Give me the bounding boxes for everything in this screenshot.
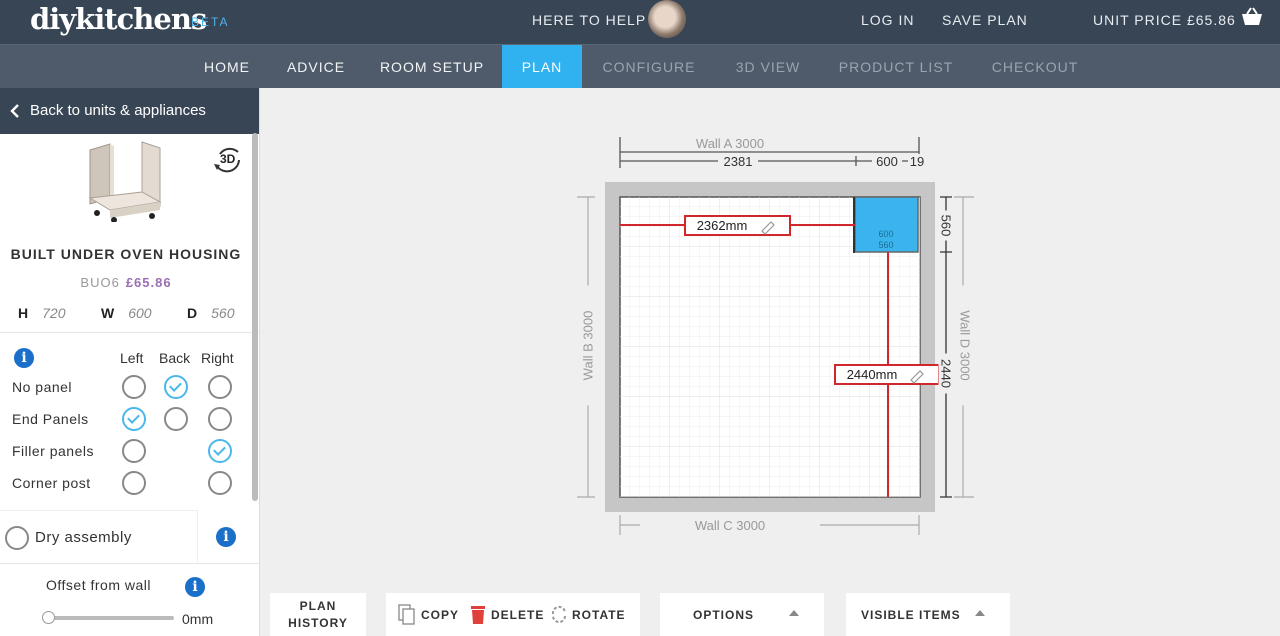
end-panels-left-radio[interactable] <box>122 407 146 431</box>
unit-options-panel: Back to units & appliances 3D BUILT UNDE… <box>0 88 260 636</box>
row-end-panels: End Panels <box>12 411 89 427</box>
visible-items-dropdown[interactable]: VISIBLE ITEMS <box>846 593 1010 636</box>
badge-3d-label: 3D <box>220 152 236 166</box>
dim-width: W 600 <box>101 305 152 321</box>
panel-scrollbar[interactable] <box>252 133 258 501</box>
back-to-units-button[interactable]: Back to units & appliances <box>0 88 259 134</box>
row-no-panel: No panel <box>12 379 73 395</box>
plan-canvas[interactable]: Wall A 3000 2381 600 19 Wall C 3000 Wall… <box>260 88 1280 636</box>
beta-badge: BETA <box>191 15 230 29</box>
save-plan-link[interactable]: SAVE PLAN <box>942 12 1028 28</box>
top-header: diykitchens BETA HERE TO HELP LOG IN SAV… <box>0 0 1280 44</box>
back-label: Back to units & appliances <box>30 102 206 119</box>
dim-top-unit: 600 <box>872 154 902 169</box>
logo[interactable]: diykitchens <box>30 2 207 36</box>
tab-home[interactable]: HOME <box>190 45 264 89</box>
unit-price-value: £65.86 <box>125 275 172 290</box>
chevron-left-icon <box>10 104 19 118</box>
dry-assembly-info-icon[interactable]: i <box>216 527 236 547</box>
end-panels-back-radio[interactable] <box>164 407 188 431</box>
copy-icon[interactable] <box>398 604 416 626</box>
offset-info-icon[interactable]: i <box>185 577 205 597</box>
filler-panels-right-radio[interactable] <box>208 439 232 463</box>
plan-history-label: HISTORY <box>288 616 348 630</box>
dim-height: H 720 <box>18 305 66 321</box>
options-dropdown[interactable]: OPTIONS <box>660 593 824 636</box>
row-filler-panels: Filler panels <box>12 443 94 459</box>
caret-up-icon <box>975 610 985 616</box>
plan-history-button[interactable]: PLAN HISTORY <box>270 593 366 636</box>
help-avatar[interactable] <box>648 0 686 38</box>
here-to-help-link[interactable]: HERE TO HELP <box>532 12 646 28</box>
dim-top-right: 19 <box>908 154 926 169</box>
basket-icon[interactable] <box>1240 7 1264 27</box>
main-nav: HOME ADVICE ROOM SETUP PLAN CONFIGURE 3D… <box>0 44 1280 89</box>
no-panel-right-radio[interactable] <box>208 375 232 399</box>
offset-value: 0mm <box>182 611 214 627</box>
wall-b-label: Wall B 3000 <box>580 285 596 406</box>
copy-button[interactable]: COPY <box>421 608 459 622</box>
corner-post-right-radio[interactable] <box>208 471 232 495</box>
wall-d-label: Wall D 3000 <box>957 285 973 406</box>
no-panel-back-radio[interactable] <box>164 375 188 399</box>
tab-product-list[interactable]: PRODUCT LIST <box>830 45 962 89</box>
rotate-icon[interactable] <box>549 604 569 624</box>
visible-items-label: VISIBLE ITEMS <box>861 608 961 622</box>
dry-assembly-label: Dry assembly <box>35 529 132 546</box>
col-left: Left <box>120 350 144 366</box>
unit-price: UNIT PRICE £65.86 <box>1093 12 1236 28</box>
unit-label-depth: 560 <box>878 240 894 250</box>
right-dimension <box>940 196 952 498</box>
delete-button[interactable]: DELETE <box>491 608 544 622</box>
no-panel-left-radio[interactable] <box>122 375 146 399</box>
end-panels-right-radio[interactable] <box>208 407 232 431</box>
dim-depth: D 560 <box>187 305 235 321</box>
tab-advice[interactable]: ADVICE <box>276 45 356 89</box>
wall-a-label: Wall A 3000 <box>640 136 820 151</box>
caret-up-icon <box>789 610 799 616</box>
unit-code-price: BUO6 £65.86 <box>0 275 252 290</box>
trash-icon[interactable] <box>470 604 486 625</box>
col-back: Back <box>159 350 191 366</box>
wall-c-label: Wall C 3000 <box>640 518 820 533</box>
rotate-button[interactable]: ROTATE <box>572 608 626 622</box>
edit-toolbar: COPY DELETE ROTATE <box>386 593 640 636</box>
measure-label-vertical: 2440mm <box>846 367 898 382</box>
unit-image <box>88 141 162 222</box>
slider-handle[interactable] <box>42 611 55 624</box>
options-label: OPTIONS <box>693 608 755 622</box>
unit-name: BUILT UNDER OVEN HOUSING <box>10 246 242 262</box>
login-link[interactable]: LOG IN <box>861 12 914 28</box>
dim-top-left: 2381 <box>718 154 758 169</box>
tab-plan[interactable]: PLAN <box>502 45 582 89</box>
offset-label: Offset from wall <box>46 577 151 593</box>
tab-checkout[interactable]: CHECKOUT <box>982 45 1088 89</box>
plan-history-label: PLAN <box>299 599 337 613</box>
corner-post-left-radio[interactable] <box>122 471 146 495</box>
tab-configure[interactable]: CONFIGURE <box>594 45 704 89</box>
unit-label-width: 600 <box>878 229 894 239</box>
row-corner-post: Corner post <box>12 475 91 491</box>
offset-slider[interactable] <box>42 611 174 624</box>
panels-info-icon[interactable]: i <box>14 348 34 368</box>
filler-panels-left-radio[interactable] <box>122 439 146 463</box>
view-3d-button[interactable]: 3D <box>212 146 244 176</box>
dry-assembly-radio[interactable] <box>5 526 29 550</box>
floor-plan[interactable] <box>260 88 1280 636</box>
tab-3d-view[interactable]: 3D VIEW <box>722 45 814 89</box>
col-right: Right <box>201 350 234 366</box>
dry-assembly-option[interactable]: Dry assembly <box>0 510 198 562</box>
measure-label-horizontal: 2362mm <box>696 218 748 233</box>
dim-right-bottom: 2440 <box>938 353 954 394</box>
dim-right-top: 560 <box>938 210 954 241</box>
unit-code: BUO6 <box>80 275 120 290</box>
divider <box>0 563 259 564</box>
tab-room-setup[interactable]: ROOM SETUP <box>368 45 496 89</box>
divider <box>0 332 259 333</box>
